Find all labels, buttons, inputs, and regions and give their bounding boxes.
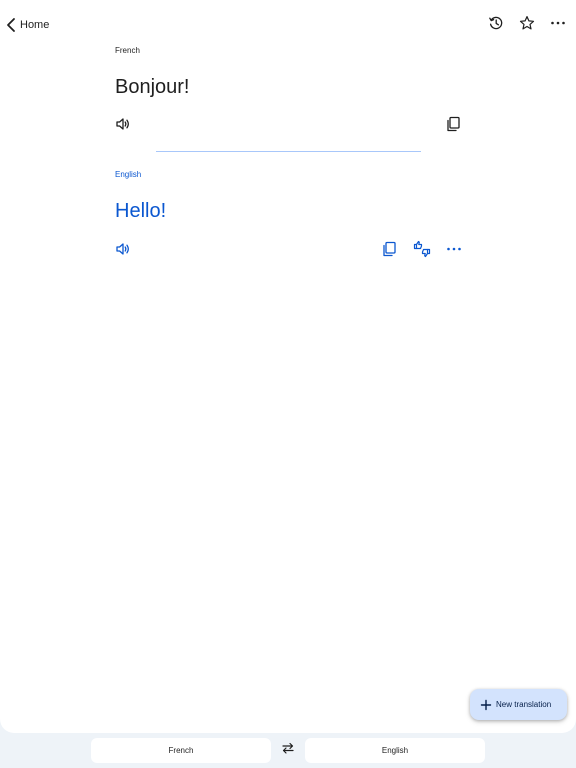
swap-languages-button[interactable] <box>279 741 297 759</box>
back-chevron-icon <box>4 17 18 33</box>
history-button[interactable] <box>484 13 508 37</box>
section-divider <box>156 151 421 152</box>
more-options-button[interactable] <box>546 13 570 37</box>
copy-icon <box>445 116 461 137</box>
speaker-icon <box>115 116 131 137</box>
source-language-selector[interactable]: French <box>91 738 271 763</box>
star-icon <box>519 15 535 36</box>
source-language-label: French <box>115 46 140 55</box>
back-label: Home <box>20 19 50 31</box>
translated-text: Hello! <box>115 200 167 222</box>
new-translation-label: New translation <box>496 700 552 709</box>
copy-icon <box>381 241 397 262</box>
rate-translation-button[interactable] <box>411 240 433 262</box>
source-copy-button[interactable] <box>442 115 464 137</box>
top-app-bar: Home <box>0 0 576 50</box>
translation-sheet: Home French Bonjour! English Hello! New … <box>0 0 576 733</box>
target-language-label: English <box>115 170 142 179</box>
target-copy-button[interactable] <box>378 240 400 262</box>
favorite-button[interactable] <box>515 13 539 37</box>
feedback-icon <box>413 240 431 263</box>
back-button[interactable]: Home <box>4 13 49 37</box>
plus-icon <box>480 699 492 711</box>
more-icon <box>446 241 462 262</box>
swap-icon <box>281 741 295 760</box>
target-more-button[interactable] <box>443 240 465 262</box>
source-text[interactable]: Bonjour! <box>115 76 190 99</box>
history-icon <box>488 15 504 36</box>
target-language-selector[interactable]: English <box>305 738 485 763</box>
new-translation-button[interactable]: New translation <box>470 689 567 720</box>
target-listen-button[interactable] <box>112 240 134 262</box>
speaker-icon <box>115 241 131 262</box>
source-listen-button[interactable] <box>112 115 134 137</box>
more-icon <box>550 15 566 36</box>
